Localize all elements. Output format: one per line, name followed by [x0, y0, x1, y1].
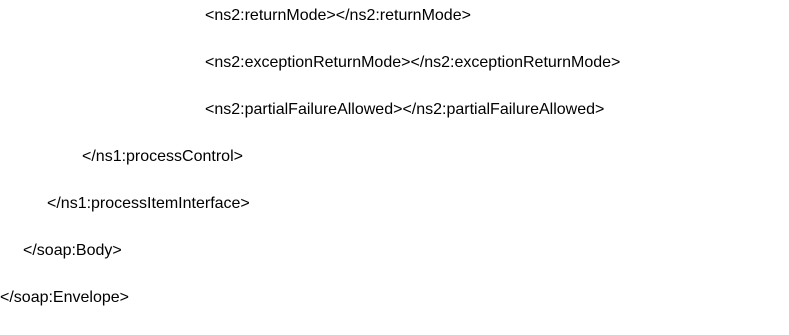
xml-line-partial-failure-allowed: <ns2:partialFailureAllowed></ns2:partial… [205, 101, 605, 118]
xml-line-process-item-interface-close: </ns1:processItemInterface> [47, 195, 250, 212]
xml-document: <ns2:returnMode></ns2:returnMode> <ns2:e… [0, 0, 789, 335]
xml-line-process-control-close: </ns1:processControl> [82, 148, 243, 165]
xml-line-exception-return-mode: <ns2:exceptionReturnMode></ns2:exception… [205, 54, 621, 71]
xml-line-soap-envelope-close: </soap:Envelope> [0, 289, 129, 306]
xml-line-soap-body-close: </soap:Body> [23, 242, 122, 259]
xml-line-return-mode: <ns2:returnMode></ns2:returnMode> [205, 7, 471, 24]
